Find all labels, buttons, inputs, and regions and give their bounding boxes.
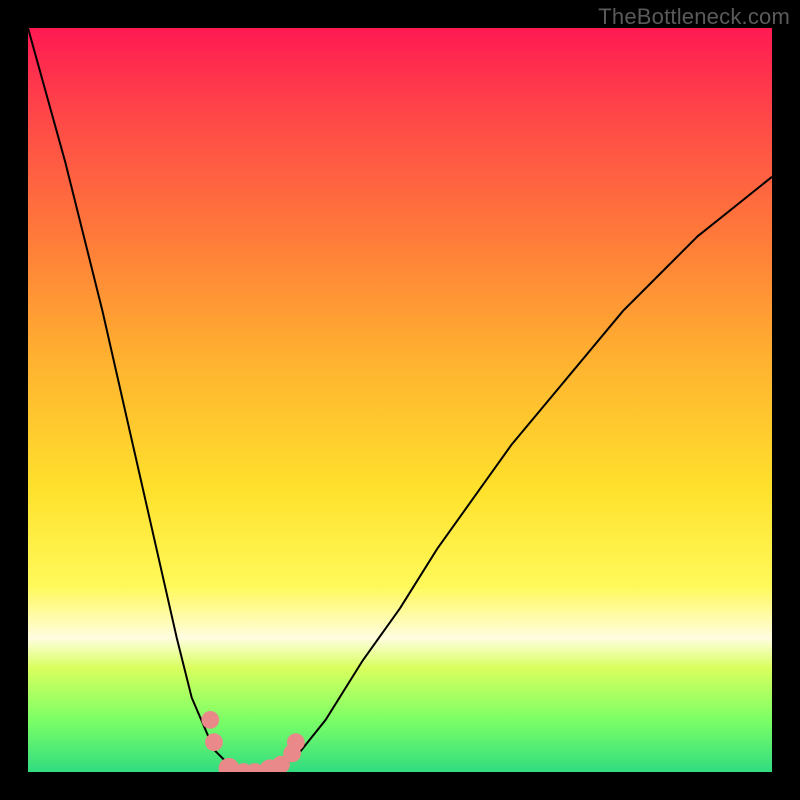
plot-frame — [28, 28, 772, 772]
watermark-text: TheBottleneck.com — [598, 4, 790, 30]
data-marker — [287, 733, 305, 751]
data-marker — [201, 711, 219, 729]
data-markers — [201, 711, 304, 772]
data-marker — [205, 733, 223, 751]
bottleneck-curve-svg — [28, 28, 772, 772]
bottleneck-curve-line — [28, 28, 772, 772]
